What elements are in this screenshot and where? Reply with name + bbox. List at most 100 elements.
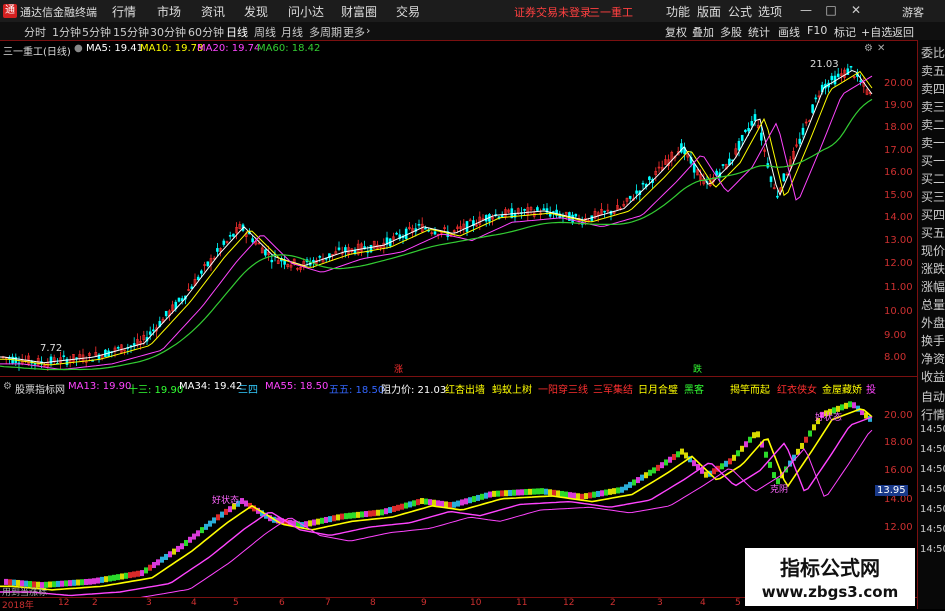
menu-banmian[interactable]: 版面: [697, 3, 721, 20]
signal-block: [192, 533, 196, 540]
signal-block: [600, 490, 604, 497]
sidebar-hangqing-button[interactable]: 行情: [921, 406, 945, 423]
signal-block: [108, 575, 112, 582]
signal-block: [64, 580, 68, 587]
signal-block: [436, 500, 440, 507]
tool-duogu[interactable]: 多股: [720, 24, 742, 40]
sidebar-item-mai2[interactable]: 卖二: [921, 116, 945, 133]
tool-fanhui[interactable]: 返回: [892, 24, 914, 40]
settings-gear-icon[interactable]: ⚙: [864, 43, 873, 54]
period-fenshi[interactable]: 分时: [24, 24, 46, 40]
period-60min[interactable]: 60分钟: [188, 24, 224, 40]
signal-block: [336, 514, 340, 521]
period-1min[interactable]: 1分钟: [52, 24, 81, 40]
sidebar-item-waipan[interactable]: 外盘: [921, 314, 945, 331]
candle-body: [395, 232, 398, 235]
maximize-button[interactable]: □: [822, 3, 840, 17]
chevron-right-icon[interactable]: ›: [366, 24, 370, 37]
signal-block: [156, 559, 160, 566]
sidebar-item-zongliang[interactable]: 总量: [921, 296, 945, 313]
signal-block: [160, 556, 164, 563]
signal-block: [448, 501, 452, 508]
menu-faxian[interactable]: 发现: [244, 3, 268, 20]
sidebar-auto-button[interactable]: 自动: [921, 388, 945, 405]
candle-body: [753, 114, 757, 122]
menu-jiaoyi[interactable]: 交易: [396, 3, 420, 20]
tool-zixuan[interactable]: +自选: [861, 24, 892, 40]
tool-tongji[interactable]: 统计: [748, 24, 770, 40]
signal-block: [200, 527, 204, 534]
candle-body: [740, 134, 744, 141]
period-15min[interactable]: 15分钟: [113, 24, 149, 40]
signal-block: [624, 484, 628, 491]
sidebar-item-buy2[interactable]: 买二: [921, 170, 945, 187]
sidebar-item-zhangdie[interactable]: 涨跌: [921, 260, 945, 277]
main-y-label: 20.00: [884, 78, 913, 89]
menu-gongneng[interactable]: 功能: [666, 3, 690, 20]
sidebar-item-shouyi[interactable]: 收益: [921, 368, 945, 385]
menu-gongshi[interactable]: 公式: [728, 3, 752, 20]
signal-block: [372, 510, 376, 517]
sidebar-item-huanshou[interactable]: 换手: [921, 332, 945, 349]
date-label: 9: [421, 598, 427, 608]
guest-label[interactable]: 游客: [902, 4, 924, 20]
sidebar-item-buy4[interactable]: 买四: [921, 206, 945, 223]
sidebar-item-xianjia[interactable]: 现价: [921, 242, 945, 259]
sidebar-item-buy5[interactable]: 买五: [921, 224, 945, 241]
signal-block: [92, 578, 96, 585]
login-notice-link[interactable]: 证券交易未登录: [514, 4, 591, 20]
signal-block: [408, 501, 412, 508]
candle-body: [62, 355, 66, 358]
period-month[interactable]: 月线: [281, 24, 303, 40]
signal-block: [244, 500, 248, 507]
tool-biaoji[interactable]: 标记: [834, 24, 856, 40]
sidebar-item-zhangfu[interactable]: 涨幅: [921, 278, 945, 295]
tool-fuquan[interactable]: 复权: [665, 24, 687, 40]
signal-block: [472, 496, 476, 503]
period-5min[interactable]: 5分钟: [82, 24, 111, 40]
signal-block: [520, 489, 524, 496]
signal-block: [568, 492, 572, 499]
period-multi[interactable]: 多周期: [309, 24, 342, 40]
signal-block: [504, 490, 508, 497]
sidebar-item-mai1[interactable]: 卖一: [921, 134, 945, 151]
period-day[interactable]: 日线: [226, 24, 248, 40]
menu-zixun[interactable]: 资讯: [201, 3, 225, 20]
candle-body: [849, 65, 853, 68]
sidebar-item-weibi[interactable]: 委比: [921, 44, 945, 61]
signal-block: [808, 430, 812, 437]
candle-body: [830, 75, 834, 81]
signal-block: [456, 500, 460, 507]
sidebar-item-mai4[interactable]: 卖四: [921, 80, 945, 97]
sidebar-item-mai3[interactable]: 卖三: [921, 98, 945, 115]
sidebar-item-mai5[interactable]: 卖五: [921, 62, 945, 79]
menu-wenxiaoda[interactable]: 问小达: [288, 3, 324, 20]
candle-body: [200, 270, 203, 274]
signal-block: [352, 512, 356, 519]
candlestick-chart[interactable]: [0, 56, 880, 376]
signal-block: [56, 580, 60, 587]
menu-xuanxiang[interactable]: 选项: [758, 3, 782, 20]
ma5-line: [0, 69, 873, 364]
period-week[interactable]: 周线: [254, 24, 276, 40]
main-y-label: 9.00: [884, 330, 907, 341]
signal-block: [500, 490, 504, 497]
minimize-button[interactable]: —: [797, 3, 815, 17]
candle-body: [177, 297, 181, 302]
sub-settings-icon[interactable]: ⚙: [3, 381, 12, 392]
sidebar-item-buy3[interactable]: 买三: [921, 188, 945, 205]
close-button[interactable]: ✕: [847, 3, 865, 17]
signal-block: [328, 516, 332, 523]
sidebar-item-buy1[interactable]: 买一: [921, 152, 945, 169]
tool-f10[interactable]: F10: [807, 24, 827, 37]
menu-shichang[interactable]: 市场: [157, 3, 181, 20]
settings-dot-icon[interactable]: ●: [74, 43, 83, 54]
period-more[interactable]: 更多: [343, 24, 365, 40]
tool-huaxian[interactable]: 画线: [778, 24, 800, 40]
close-panel-icon[interactable]: ✕: [877, 43, 885, 54]
sidebar-item-jingzi[interactable]: 净资: [921, 350, 945, 367]
menu-hangqing[interactable]: 行情: [112, 3, 136, 20]
tool-diejia[interactable]: 叠加: [692, 24, 714, 40]
period-30min[interactable]: 30分钟: [150, 24, 186, 40]
menu-caifuquan[interactable]: 财富圈: [341, 3, 377, 20]
